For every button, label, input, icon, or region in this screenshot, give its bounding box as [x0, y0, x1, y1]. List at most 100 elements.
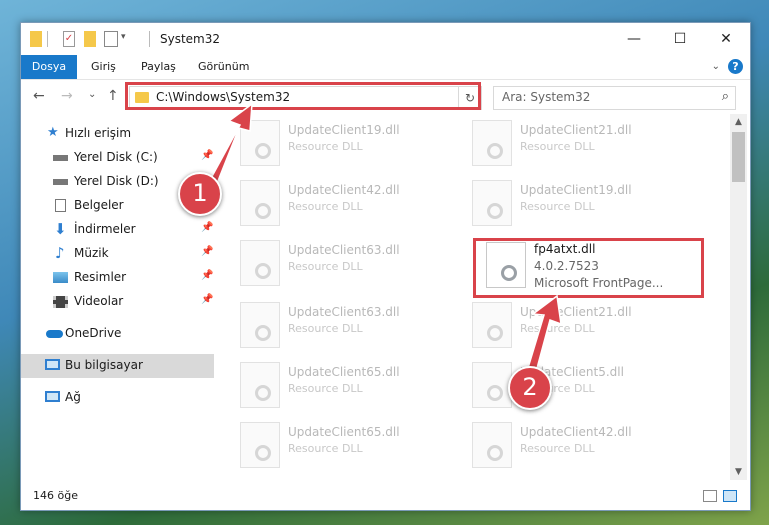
list-item[interactable]: UpdateClient42.dll Resource DLL	[466, 416, 686, 472]
new-folder-icon[interactable]	[84, 31, 96, 47]
sidebar-item-network[interactable]: Ağ	[21, 386, 214, 410]
ribbon: Dosya Giriş Paylaş Görünüm ⌄ ?	[21, 55, 750, 80]
dll-file-icon	[240, 422, 280, 468]
file-highlight-box	[473, 238, 704, 298]
dll-file-icon	[240, 362, 280, 408]
dll-file-icon	[240, 120, 280, 166]
tab-file[interactable]: Dosya	[21, 55, 77, 79]
file-name: UpdateClient19.dll	[288, 123, 400, 137]
forward-button[interactable]: →	[61, 88, 73, 104]
pin-icon[interactable]: 📌	[201, 270, 213, 281]
scroll-down-icon[interactable]: ▼	[730, 464, 747, 480]
sidebar-item-label: Bu bilgisayar	[65, 358, 143, 372]
search-placeholder: Ara: System32	[502, 90, 591, 104]
tab-view[interactable]: Görünüm	[198, 55, 249, 79]
file-name: UpdateClient42.dll	[288, 183, 400, 197]
search-input[interactable]: Ara: System32 ⌕	[493, 86, 736, 110]
tab-home[interactable]: Giriş	[91, 55, 116, 79]
sidebar-item-music[interactable]: ♪ Müzik 📌	[21, 242, 214, 266]
file-type: Resource DLL	[520, 200, 595, 213]
sidebar-item-downloads[interactable]: ⬇ İndirmeler 📌	[21, 218, 214, 242]
search-icon[interactable]: ⌕	[722, 89, 729, 104]
minimize-button[interactable]: —	[611, 23, 657, 55]
gear-icon	[255, 203, 271, 219]
sidebar-item-label: Ağ	[65, 390, 81, 404]
close-button[interactable]: ✕	[703, 23, 749, 55]
dll-file-icon	[240, 302, 280, 348]
list-item[interactable]: UpdateClient19.dll Resource DLL	[466, 174, 686, 230]
list-item[interactable]: UpdateClient21.dll Resource DLL	[466, 296, 686, 352]
back-button[interactable]: ←	[33, 88, 45, 104]
tiles-view-icon[interactable]	[723, 490, 737, 502]
scrollbar-thumb[interactable]	[732, 132, 745, 182]
gear-icon	[255, 143, 271, 159]
gear-icon	[255, 445, 271, 461]
sidebar-item-onedrive[interactable]: OneDrive	[21, 322, 214, 346]
step-2-badge: 2	[508, 366, 552, 410]
sidebar-item-label: İndirmeler	[74, 222, 136, 236]
properties-icon[interactable]: ✓	[63, 31, 75, 47]
sidebar-item-label: Belgeler	[74, 198, 124, 212]
drive-icon	[53, 179, 68, 185]
sidebar-item-videos[interactable]: Videolar 📌	[21, 290, 214, 314]
list-item[interactable]: UpdateClient21.dll Resource DLL	[466, 114, 686, 170]
gear-icon	[255, 325, 271, 341]
file-name: UpdateClient63.dll	[288, 305, 400, 319]
chevron-down-icon[interactable]: ⌄	[712, 61, 720, 72]
pin-icon[interactable]: 📌	[201, 294, 213, 305]
quick-access-dropdown-icon[interactable]: ▾	[121, 32, 126, 48]
sidebar-item-label: Yerel Disk (D:)	[74, 174, 159, 188]
recent-locations-button[interactable]: ⌄	[88, 89, 96, 100]
help-icon[interactable]: ?	[728, 59, 743, 74]
gear-icon	[487, 143, 503, 159]
title-bar: ✓ ▾ System32 — ☐ ✕	[21, 23, 750, 55]
file-name: UpdateClient63.dll	[288, 243, 400, 257]
pin-icon[interactable]: 📌	[201, 150, 213, 161]
dll-file-icon	[240, 240, 280, 286]
separator	[149, 31, 150, 47]
sidebar-item-local-disk-c[interactable]: Yerel Disk (C:) 📌	[21, 146, 214, 170]
list-item[interactable]: UpdateClient42.dll Resource DLL	[234, 174, 454, 230]
view-options-icon[interactable]	[104, 31, 118, 47]
file-type: Resource DLL	[288, 260, 363, 273]
sidebar-item-label: Yerel Disk (C:)	[74, 150, 158, 164]
file-name: UpdateClient42.dll	[520, 425, 632, 439]
dll-file-icon	[472, 302, 512, 348]
gear-icon	[487, 385, 503, 401]
maximize-button[interactable]: ☐	[657, 23, 703, 55]
list-item[interactable]: UpdateClient5.dll Resource DLL	[466, 356, 686, 412]
vertical-scrollbar[interactable]: ▲ ▼	[730, 114, 747, 480]
dll-file-icon	[240, 180, 280, 226]
list-item[interactable]: UpdateClient65.dll Resource DLL	[234, 416, 454, 472]
details-view-icon[interactable]	[703, 490, 717, 502]
sidebar-item-label: Müzik	[74, 246, 109, 260]
list-item[interactable]: UpdateClient65.dll Resource DLL	[234, 356, 454, 412]
gear-icon	[255, 385, 271, 401]
list-item[interactable]: UpdateClient63.dll Resource DLL	[234, 296, 454, 352]
dll-file-icon	[472, 180, 512, 226]
list-item[interactable]: UpdateClient63.dll Resource DLL	[234, 234, 454, 290]
window-title: System32	[160, 32, 221, 46]
file-type: Resource DLL	[288, 322, 363, 335]
document-icon	[55, 199, 66, 212]
status-bar: 146 öğe	[21, 484, 750, 510]
list-item[interactable]: UpdateClient19.dll Resource DLL	[234, 114, 454, 170]
pin-icon[interactable]: 📌	[201, 222, 213, 233]
sidebar-item-pictures[interactable]: Resimler 📌	[21, 266, 214, 290]
file-type: Resource DLL	[520, 322, 595, 335]
video-icon	[53, 296, 68, 308]
file-type: Resource DLL	[520, 140, 595, 153]
tab-share[interactable]: Paylaş	[141, 55, 176, 79]
file-name: UpdateClient65.dll	[288, 425, 400, 439]
network-icon	[45, 391, 60, 402]
sidebar-item-label: OneDrive	[65, 326, 122, 340]
pin-icon[interactable]: 📌	[201, 246, 213, 257]
computer-icon	[45, 359, 60, 370]
sidebar-item-this-pc[interactable]: Bu bilgisayar	[21, 354, 214, 378]
sidebar-item-quick-access[interactable]: ★ Hızlı erişim	[21, 122, 214, 146]
scroll-up-icon[interactable]: ▲	[730, 114, 747, 130]
file-name: UpdateClient21.dll	[520, 305, 632, 319]
up-button[interactable]: ↑	[107, 88, 119, 104]
file-type: Resource DLL	[288, 200, 363, 213]
dll-file-icon	[472, 120, 512, 166]
